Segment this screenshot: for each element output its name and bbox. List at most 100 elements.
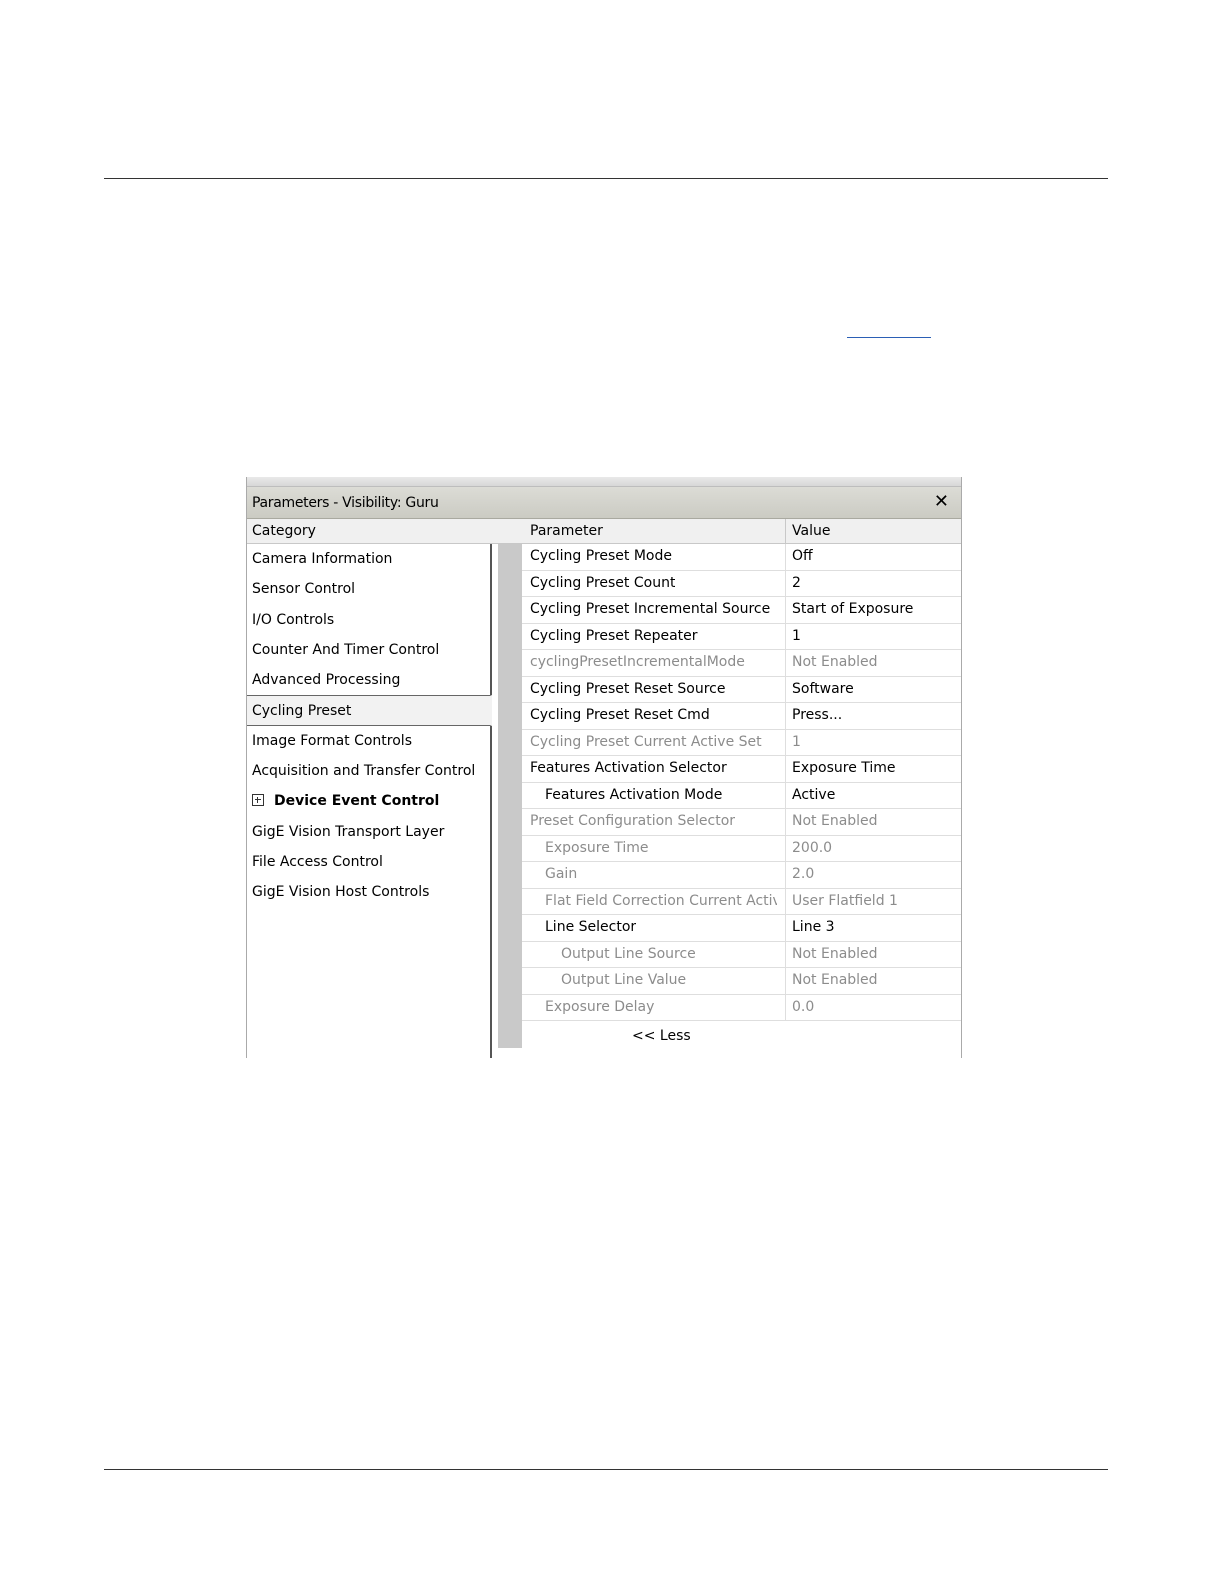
category-item[interactable]: Counter And Timer Control <box>247 635 490 665</box>
parameter-row[interactable]: Features Activation Selector Exposure Tim… <box>522 756 961 783</box>
category-item[interactable]: GigE Vision Host Controls <box>247 877 490 907</box>
parameter-value: 1 <box>792 733 801 750</box>
close-icon[interactable]: ✕ <box>934 492 949 512</box>
parameter-row[interactable]: cyclingPresetIncrementalMode Not Enabled <box>522 650 961 677</box>
parameter-name: Exposure Delay <box>545 998 655 1015</box>
parameter-name: cyclingPresetIncrementalMode <box>530 654 745 670</box>
parameter-row[interactable]: Line Selector Line 3 <box>522 915 961 942</box>
parameter-value[interactable]: 1 <box>792 624 801 649</box>
parameter-name: Line Selector <box>545 919 637 935</box>
category-item-label: File Access Control <box>252 853 383 870</box>
parameter-value: 0.0 <box>792 998 815 1015</box>
category-item-label: Image Format Controls <box>252 732 412 749</box>
category-item[interactable]: GigE Vision Transport Layer <box>247 817 490 847</box>
window-titlebar: Parameters - Visibility: Guru ✕ <box>247 487 961 519</box>
cell-divider <box>785 862 786 888</box>
cell-divider <box>785 570 786 596</box>
cell-divider <box>785 968 786 994</box>
parameter-row[interactable]: Output Line Value Not Enabled <box>522 968 961 995</box>
grid-row-gutter <box>498 544 522 1048</box>
parameter-value[interactable]: Press... <box>792 703 842 728</box>
cell-divider <box>785 941 786 967</box>
parameter-row[interactable]: Cycling Preset Reset Source Software <box>522 676 961 703</box>
parameters-window: Parameters - Visibility: Guru ✕ Category… <box>246 477 962 1058</box>
window-top-edge <box>247 477 961 487</box>
parameter-row[interactable]: Exposure Delay 0.0 <box>522 994 961 1021</box>
parameter-value[interactable]: Software <box>792 677 854 702</box>
parameter-name: Cycling Preset Repeater <box>530 627 698 644</box>
parameter-row[interactable]: Cycling Preset Current Active Set 1 <box>522 729 961 756</box>
parameter-name: Cycling Preset Reset Source <box>530 680 726 697</box>
parameter-name: Output Line Value <box>561 972 687 988</box>
parameter-name: Cycling Preset Count <box>530 574 676 591</box>
parameter-row[interactable]: Gain 2.0 <box>522 862 961 889</box>
category-item[interactable]: Image Format Controls <box>247 726 490 756</box>
category-item-label: I/O Controls <box>252 611 335 628</box>
parameter-value: Not Enabled <box>792 654 878 670</box>
parameter-value: 200.0 <box>792 839 833 856</box>
parameter-value: User Flatfield 1 <box>792 892 898 909</box>
parameter-value[interactable]: Off <box>792 544 813 569</box>
column-divider[interactable] <box>785 519 786 544</box>
parameter-name: Flat Field Correction Current Activ... <box>545 892 777 909</box>
cell-divider <box>785 544 786 570</box>
cell-divider <box>785 703 786 729</box>
parameter-value: Not Enabled <box>792 972 878 988</box>
parameter-value[interactable]: Exposure Time <box>792 756 896 781</box>
parameter-row[interactable]: Cycling Preset Reset Cmd Press... <box>522 703 961 730</box>
category-item[interactable]: Acquisition and Transfer Control <box>247 756 490 786</box>
category-item[interactable]: Advanced Processing <box>247 665 490 695</box>
category-item-label: Sensor Control <box>252 581 356 598</box>
parameter-value[interactable]: 2 <box>792 571 801 596</box>
parameter-row[interactable]: Cycling Preset Mode Off <box>522 544 961 571</box>
page-footer-rule <box>104 1469 1108 1470</box>
category-item-label: Device Event Control <box>274 793 440 810</box>
parameter-value: Not Enabled <box>792 813 878 829</box>
cell-divider <box>785 650 786 676</box>
parameter-name: Features Activation Mode <box>545 786 723 803</box>
parameter-name: Cycling Preset Mode <box>530 548 672 564</box>
parameter-grid-header: Parameter Value <box>497 519 961 544</box>
hyperlink-underline[interactable] <box>847 337 931 338</box>
category-item[interactable]: Sensor Control <box>247 574 490 604</box>
cell-divider <box>785 756 786 782</box>
cell-divider <box>785 782 786 808</box>
category-item[interactable]: Camera Information <box>247 544 490 574</box>
page-header-rule <box>104 178 1108 179</box>
category-item-label: Acquisition and Transfer Control <box>252 763 476 780</box>
parameter-name: Features Activation Selector <box>530 760 727 776</box>
cell-divider <box>785 915 786 941</box>
parameter-row[interactable]: Cycling Preset Repeater 1 <box>522 623 961 650</box>
parameter-value[interactable]: Start of Exposure <box>792 597 913 622</box>
parameter-value[interactable]: Active <box>792 783 835 808</box>
parameter-column-header: Parameter <box>530 523 603 539</box>
category-item-label: GigE Vision Transport Layer <box>252 823 445 840</box>
cell-divider <box>785 809 786 835</box>
value-column-header: Value <box>792 523 831 539</box>
parameter-row[interactable]: Cycling Preset Incremental Source Start o… <box>522 597 961 624</box>
category-item[interactable]: I/O Controls <box>247 605 490 635</box>
parameter-row[interactable]: Output Line Source Not Enabled <box>522 941 961 968</box>
parameter-value: 2.0 <box>792 866 815 882</box>
category-item-label: Counter And Timer Control <box>252 641 440 658</box>
category-item-label: GigE Vision Host Controls <box>252 884 430 901</box>
category-item[interactable]: File Access Control <box>247 847 490 877</box>
parameter-value[interactable]: Line 3 <box>792 915 835 940</box>
category-item-label: Camera Information <box>252 551 393 567</box>
cell-divider <box>785 835 786 861</box>
parameter-row[interactable]: Preset Configuration Selector Not Enabled <box>522 809 961 836</box>
cell-divider <box>785 623 786 649</box>
parameter-name: Cycling Preset Current Active Set <box>530 733 762 750</box>
category-list: Camera Information Sensor Control I/O Cont… <box>247 544 492 1058</box>
expand-plus-icon[interactable] <box>252 793 264 806</box>
parameter-name: Preset Configuration Selector <box>530 813 736 829</box>
parameter-row[interactable]: Cycling Preset Count 2 <box>522 570 961 597</box>
less-button[interactable]: << Less <box>632 1026 691 1046</box>
category-item[interactable]: Cycling Preset <box>247 695 492 726</box>
parameter-row[interactable]: Flat Field Correction Current Activ... Us… <box>522 888 961 915</box>
parameter-value: Not Enabled <box>792 945 878 962</box>
category-item[interactable]: Device Event Control <box>247 786 490 816</box>
parameter-row[interactable]: Exposure Time 200.0 <box>522 835 961 862</box>
parameter-name: Gain <box>545 866 578 882</box>
parameter-row[interactable]: Features Activation Mode Active <box>522 782 961 809</box>
